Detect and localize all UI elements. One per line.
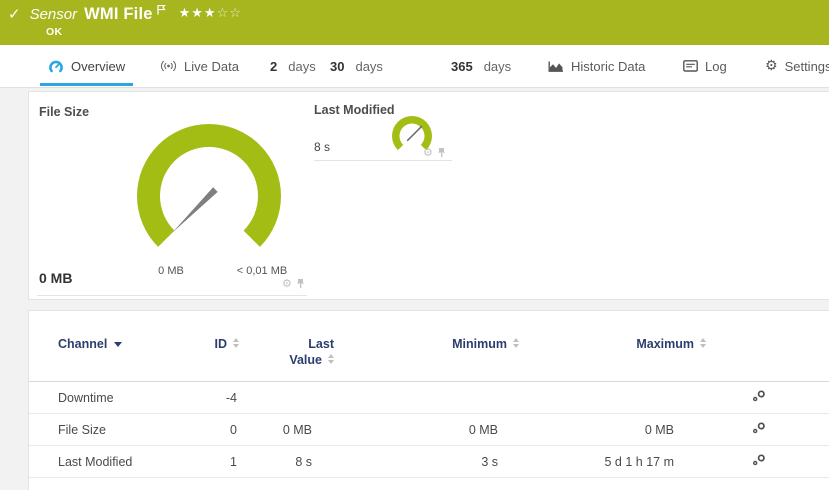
channel-name-cell: File Size: [29, 414, 179, 446]
col-header-minimum[interactable]: Minimum: [334, 317, 519, 382]
col-header-maximum[interactable]: Maximum: [519, 317, 706, 382]
tab-365-days-word: days: [484, 59, 511, 74]
sensor-titlebar: ✓ Sensor WMI File ★★★☆☆ OK: [0, 0, 829, 45]
channels-table: Channel ID LastValue Minimum Maximum Dow…: [29, 317, 829, 478]
maximum-cell: 0 MB: [519, 414, 706, 446]
channel-settings-icon[interactable]: [752, 390, 766, 402]
last-modified-widget-actions: ⚙: [423, 147, 446, 158]
tab-live-data-label: Live Data: [184, 59, 239, 74]
last-modified-widget-divider: [314, 160, 452, 161]
sort-arrows-icon: [513, 338, 519, 348]
table-row-last-modified: Last Modified 1 8 s 3 s 5 d 1 h 17 m: [29, 446, 829, 478]
channel-id-cell: -4: [179, 382, 239, 414]
area-chart-icon: [548, 60, 564, 73]
flag-icon[interactable]: [156, 2, 167, 20]
col-header-channel[interactable]: Channel: [29, 317, 179, 382]
channel-id-cell: 1: [179, 446, 239, 478]
object-kind-label: Sensor: [30, 6, 78, 23]
tab-settings[interactable]: ⚙ Settings: [757, 45, 829, 87]
overview-gauges-panel: File Size 0 MB < 0,01 MB 0 MB ⚙ Last Mod…: [28, 91, 829, 300]
minimum-cell: 3 s: [334, 446, 519, 478]
minimum-cell: [334, 382, 519, 414]
channel-name-cell: Downtime: [29, 382, 179, 414]
channel-name-cell: Last Modified: [29, 446, 179, 478]
channels-panel: Channel ID LastValue Minimum Maximum Dow…: [28, 310, 829, 490]
col-header-last-value[interactable]: LastValue: [239, 317, 334, 382]
sort-arrows-icon: [233, 338, 239, 348]
stars-empty-icon: ☆☆: [217, 6, 242, 21]
file-size-current-value: 0 MB: [39, 270, 72, 286]
tab-2-days[interactable]: 2 days: [262, 45, 324, 87]
tab-365-days-number: 365: [451, 59, 473, 74]
tab-historic-data-label: Historic Data: [571, 59, 645, 74]
tab-2-days-number: 2: [270, 59, 277, 74]
sensor-tab-bar: Overview Live Data 2days 30days 365days …: [0, 45, 829, 88]
sensor-name: WMI File: [84, 5, 153, 24]
live-broadcast-icon: [160, 60, 177, 72]
maximum-cell: 5 d 1 h 17 m: [519, 446, 706, 478]
gauge-needle: [407, 126, 422, 141]
widget-settings-icon[interactable]: ⚙: [282, 278, 292, 289]
tab-30-days-number: 30: [330, 59, 344, 74]
file-size-gauge-title: File Size: [39, 105, 89, 119]
gear-icon: ⚙: [765, 59, 778, 73]
tab-log-label: Log: [705, 59, 727, 74]
file-size-gauge-min-label: 0 MB: [131, 265, 211, 277]
tab-2-days-word: days: [288, 59, 315, 74]
file-size-gauge-max-label: < 0,01 MB: [222, 265, 302, 277]
tab-365-days[interactable]: 365 days: [443, 45, 519, 87]
col-header-id[interactable]: ID: [179, 317, 239, 382]
last-modified-current-value: 8 s: [314, 140, 330, 154]
gauge-icon: [48, 59, 64, 74]
table-row-file-size: File Size 0 0 MB 0 MB 0 MB: [29, 414, 829, 446]
tab-settings-label: Settings: [785, 59, 829, 74]
tab-30-days[interactable]: 30 days: [322, 45, 391, 87]
pin-icon[interactable]: [437, 147, 446, 158]
tab-overview[interactable]: Overview: [40, 45, 133, 87]
channel-settings-icon[interactable]: [752, 454, 766, 466]
status-up-check-icon: ✓: [8, 7, 21, 22]
gauge-needle: [172, 187, 218, 233]
last-value-cell: 8 s: [239, 446, 334, 478]
widget-settings-icon[interactable]: ⚙: [423, 147, 433, 158]
channels-header-row: Channel ID LastValue Minimum Maximum: [29, 317, 829, 382]
prtg-sensor-page: ✓ Sensor WMI File ★★★☆☆ OK Overview Live…: [0, 0, 829, 490]
log-list-icon: [683, 60, 698, 72]
titlebar-row: ✓ Sensor WMI File ★★★☆☆: [0, 0, 829, 24]
maximum-cell: [519, 382, 706, 414]
tab-log[interactable]: Log: [675, 45, 735, 87]
sort-caret-icon: [114, 342, 122, 347]
last-modified-gauge-title: Last Modified: [314, 103, 395, 117]
pin-icon[interactable]: [296, 278, 305, 289]
sort-arrows-icon: [328, 354, 334, 364]
tab-30-days-word: days: [355, 59, 382, 74]
last-value-cell: 0 MB: [239, 414, 334, 446]
tab-historic-data[interactable]: Historic Data: [540, 45, 653, 87]
file-size-gauge: [129, 116, 289, 276]
sort-arrows-icon: [700, 338, 706, 348]
channel-id-cell: 0: [179, 414, 239, 446]
priority-stars[interactable]: ★★★☆☆: [179, 7, 242, 20]
minimum-cell: 0 MB: [334, 414, 519, 446]
tab-overview-label: Overview: [71, 59, 125, 74]
col-header-settings: [706, 317, 829, 382]
stars-filled-icon: ★★★: [179, 6, 217, 21]
file-size-widget-actions: ⚙: [282, 278, 305, 289]
tab-live-data[interactable]: Live Data: [152, 45, 247, 87]
file-size-widget-divider: [37, 295, 307, 296]
sensor-status-badge: OK: [46, 26, 62, 38]
last-value-cell: [239, 382, 334, 414]
table-row-downtime: Downtime -4: [29, 382, 829, 414]
channel-settings-icon[interactable]: [752, 422, 766, 434]
